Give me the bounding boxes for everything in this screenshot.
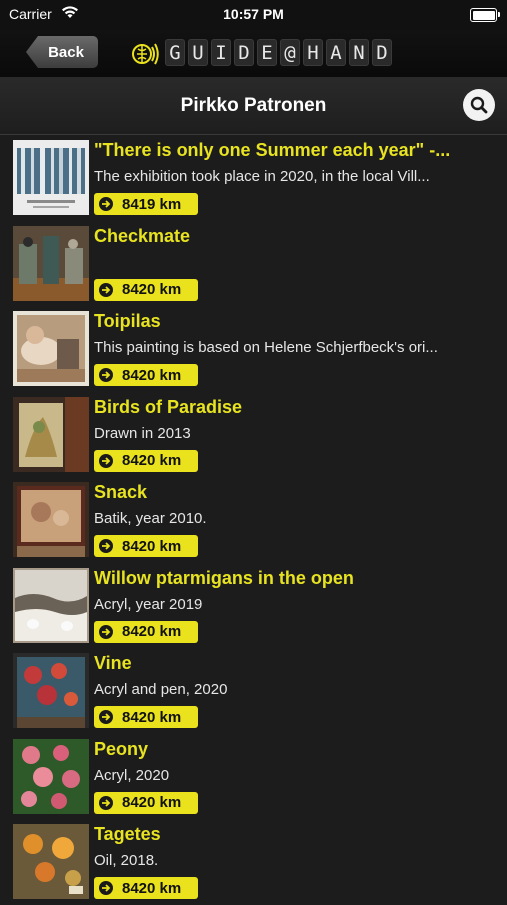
item-title: Birds of Paradise xyxy=(94,396,243,417)
distance-badge: 8420 km xyxy=(94,449,198,472)
arrow-right-circle-icon xyxy=(99,539,113,553)
brand-wordmark: G U I D E @ H A N D xyxy=(165,39,392,66)
distance-value: 8419 km xyxy=(122,195,182,213)
distance-badge: 8420 km xyxy=(94,278,198,301)
item-description: The exhibition took place in 2020, in th… xyxy=(94,168,430,185)
distance-value: 8420 km xyxy=(122,537,182,555)
brand-letter: A xyxy=(326,39,346,66)
brand-bar: Back G U I D E @ H A N D xyxy=(0,30,507,77)
artwork-thumbnail xyxy=(13,482,89,557)
distance-badge: 8420 km xyxy=(94,791,198,814)
battery-icon xyxy=(470,8,500,22)
distance-value: 8420 km xyxy=(122,452,182,469)
item-description: Drawn in 2013 xyxy=(94,424,191,442)
list-item[interactable]: Checkmate 8420 km xyxy=(0,221,507,307)
distance-badge: 8420 km xyxy=(94,620,198,643)
distance-value: 8420 km xyxy=(122,366,182,384)
distance-value: 8420 km xyxy=(122,623,182,640)
brand-letter: E xyxy=(257,39,277,66)
arrow-right-circle-icon xyxy=(99,282,113,297)
arrow-right-circle-icon xyxy=(99,197,113,211)
brand-letter: I xyxy=(211,39,231,66)
item-title: "There is only one Summer each year" -..… xyxy=(94,140,451,160)
search-icon xyxy=(470,96,488,114)
arrow-right-circle-icon xyxy=(99,453,113,468)
list-item[interactable]: Willow ptarmigans in the open Acryl, yea… xyxy=(0,563,507,649)
arrow-right-circle-icon xyxy=(99,624,113,639)
artwork-thumbnail xyxy=(13,396,89,472)
artwork-thumbnail xyxy=(13,567,89,643)
item-title: Tagetes xyxy=(94,824,161,844)
brand-letter: D xyxy=(372,39,392,66)
brand-letter: G xyxy=(165,39,185,66)
distance-value: 8420 km xyxy=(122,879,182,897)
item-description: Acryl, year 2019 xyxy=(94,595,203,613)
distance-badge: 8420 km xyxy=(94,364,198,386)
distance-badge: 8420 km xyxy=(94,535,198,557)
distance-badge: 8420 km xyxy=(94,706,198,728)
page-title: Pirkko Patronen xyxy=(180,95,327,116)
list-item[interactable]: Tagetes Oil, 2018. 8420 km xyxy=(0,819,507,905)
title-bar: Pirkko Patronen xyxy=(0,77,507,135)
item-title: Toipilas xyxy=(94,311,161,331)
brand-letter: U xyxy=(188,39,208,66)
list-item[interactable]: Snack Batik, year 2010. 8420 km xyxy=(0,477,507,563)
artwork-thumbnail xyxy=(13,140,89,215)
brand-letter: N xyxy=(349,39,369,66)
back-button[interactable]: Back xyxy=(26,36,98,68)
distance-value: 8420 km xyxy=(122,281,182,298)
arrow-right-circle-icon xyxy=(99,710,113,724)
audio-guide-logo-icon xyxy=(132,41,160,72)
distance-value: 8420 km xyxy=(122,708,182,726)
item-description: Acryl, 2020 xyxy=(94,766,170,784)
arrow-right-circle-icon xyxy=(99,368,113,382)
item-title: Willow ptarmigans in the open xyxy=(94,567,354,588)
arrow-right-circle-icon xyxy=(99,881,113,895)
artwork-thumbnail xyxy=(13,738,89,814)
list-item[interactable]: Peony Acryl, 2020 8420 km xyxy=(0,734,507,820)
arrow-right-circle-icon xyxy=(99,795,113,810)
distance-badge: 8420 km xyxy=(94,877,198,899)
distance-badge: 8419 km xyxy=(94,193,198,215)
brand-letter: H xyxy=(303,39,323,66)
item-description: Batik, year 2010. xyxy=(94,510,207,527)
item-description: Acryl and pen, 2020 xyxy=(94,681,228,698)
list-item[interactable]: Birds of Paradise Drawn in 2013 8420 km xyxy=(0,392,507,478)
artwork-thumbnail xyxy=(13,653,89,728)
list-item[interactable]: "There is only one Summer each year" -..… xyxy=(0,135,507,221)
clock: 10:57 PM xyxy=(223,6,284,22)
artwork-list: "There is only one Summer each year" -..… xyxy=(0,135,507,905)
status-bar: Carrier 10:57 PM xyxy=(0,0,507,30)
search-button[interactable] xyxy=(463,89,495,121)
brand-letter: D xyxy=(234,39,254,66)
list-item[interactable]: Vine Acryl and pen, 2020 8420 km xyxy=(0,648,507,734)
item-description: This painting is based on Helene Schjerf… xyxy=(94,339,438,356)
item-title: Peony xyxy=(94,738,149,759)
distance-value: 8420 km xyxy=(122,794,182,811)
item-title: Vine xyxy=(94,653,132,673)
artwork-thumbnail xyxy=(13,824,89,899)
item-title: Checkmate xyxy=(94,225,191,246)
list-item[interactable]: Toipilas This painting is based on Helen… xyxy=(0,306,507,392)
artwork-thumbnail xyxy=(13,225,89,301)
brand-letter: @ xyxy=(280,39,300,66)
artwork-thumbnail xyxy=(13,311,89,386)
item-description: Oil, 2018. xyxy=(94,852,159,869)
item-title: Snack xyxy=(94,482,148,502)
